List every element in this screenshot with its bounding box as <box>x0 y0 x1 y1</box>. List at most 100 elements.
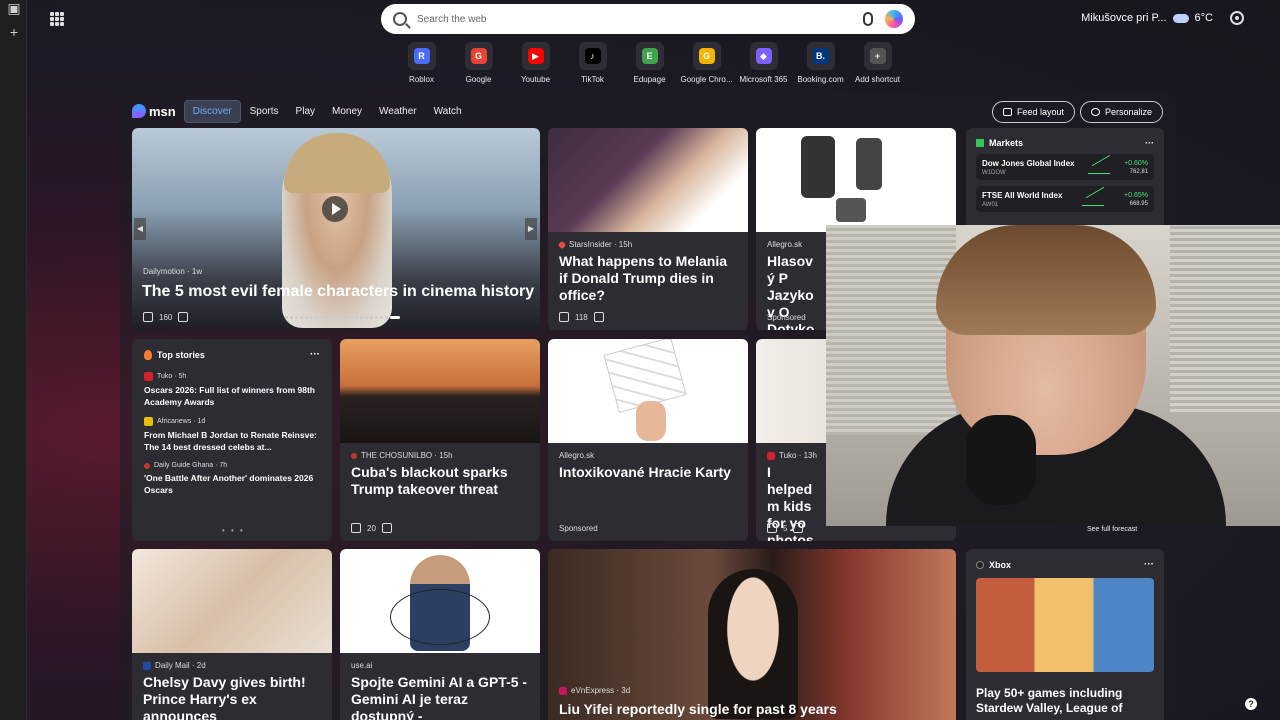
list-item[interactable]: Africanews · 1d From Michael B Jordan to… <box>144 417 320 453</box>
card-reactions: 5 <box>767 523 804 533</box>
top-stories-header: Top stories ··· <box>144 349 320 360</box>
card-title[interactable]: Cuba's blackout sparks Trump takeover th… <box>340 460 540 498</box>
xbox-headline[interactable]: Play 50+ games including Stardew Valley,… <box>976 686 1154 716</box>
personalize-button[interactable]: Personalize <box>1079 101 1163 123</box>
like-icon[interactable] <box>767 523 777 533</box>
search-input[interactable] <box>417 13 863 25</box>
pager-dots[interactable]: • • • <box>222 526 245 535</box>
plus-icon-glyph: + <box>869 48 886 64</box>
copilot-icon[interactable] <box>885 10 903 28</box>
sponsored-card-playing-cards[interactable]: Allegro.sk Intoxikované Hracie Karty Spo… <box>548 339 748 541</box>
tab-play[interactable]: Play <box>288 101 323 122</box>
card-image <box>340 339 540 443</box>
news-card-melania[interactable]: StarsInsider · 15h What happens to Melan… <box>548 128 748 330</box>
list-item[interactable]: Daily Guide Ghana · 7h 'One Battle After… <box>144 462 320 496</box>
new-tab-icon[interactable]: + <box>6 24 22 40</box>
weather-location: Mikušovce pri P... <box>1081 12 1167 24</box>
microphone-image <box>966 415 1036 505</box>
dislike-icon[interactable] <box>178 312 189 322</box>
markets-widget[interactable]: Markets ··· Dow Jones Global Index W1DOW +… <box>966 128 1164 228</box>
tab-watch[interactable]: Watch <box>426 101 470 122</box>
carousel-dots[interactable] <box>285 316 400 319</box>
likes-count: 118 <box>575 312 588 322</box>
story-title[interactable]: From Michael B Jordan to Renate Reinsve:… <box>144 429 320 453</box>
more-options-icon[interactable]: ··· <box>310 349 320 360</box>
hero-image-hair <box>284 133 390 193</box>
source-label: StarsInsider · 15h <box>569 240 633 249</box>
shortcut-microsoft-365[interactable]: ◆ Microsoft 365 <box>735 42 792 84</box>
card-title[interactable]: What happens to Melania if Donald Trump … <box>548 249 748 304</box>
shortcut-label: Microsoft 365 <box>739 75 788 84</box>
msn-logo[interactable]: msn <box>132 104 176 119</box>
card-title[interactable]: Liu Yifei reportedly single for past 8 y… <box>548 701 837 718</box>
more-options-icon[interactable]: ··· <box>1145 138 1154 148</box>
shortcut-tiktok[interactable]: ♪ TikTok <box>564 42 621 84</box>
shortcuts-bar: R Roblox G Google ▶ Youtube ♪ TikTok E Edupage G Go… <box>393 42 906 84</box>
shortcut-add-shortcut[interactable]: + Add shortcut <box>849 42 906 84</box>
news-card-cuba[interactable]: THE CHOSUNILBO · 15h Cuba's blackout spa… <box>340 339 540 541</box>
tiktok-icon-glyph: ♪ <box>584 48 601 64</box>
sparkline-icon <box>1082 192 1105 206</box>
tab-weather[interactable]: Weather <box>371 101 425 122</box>
settings-gear-icon[interactable] <box>1230 11 1244 25</box>
markets-icon <box>976 139 984 147</box>
shortcut-google-chro[interactable]: G Google Chro... <box>678 42 735 84</box>
m365-icon: ◆ <box>749 42 778 70</box>
shortcut-roblox[interactable]: R Roblox <box>393 42 450 84</box>
weather-widget[interactable]: Mikušovce pri P... 6°C <box>1081 12 1213 24</box>
like-icon[interactable] <box>351 523 361 533</box>
tab-money[interactable]: Money <box>324 101 370 122</box>
apps-grid-icon[interactable] <box>50 12 64 26</box>
card-footer: Sponsored <box>559 524 598 533</box>
card-image <box>708 569 798 719</box>
shortcut-booking-com[interactable]: B. Booking.com <box>792 42 849 84</box>
card-title[interactable]: Intoxikované Hracie Karty <box>548 460 748 481</box>
list-item[interactable]: Tuko · 5h Oscars 2026: Full list of winn… <box>144 372 320 408</box>
source-label: Tuko · 13h <box>779 451 817 460</box>
microphone-icon[interactable] <box>863 12 873 26</box>
hero-prev-icon[interactable]: ◀ <box>134 218 146 240</box>
shortcut-edupage[interactable]: E Edupage <box>621 42 678 84</box>
google-icon: G <box>464 42 493 70</box>
hero-likes: 160 <box>159 312 173 322</box>
source-label: Daily Mail · 2d <box>155 661 206 670</box>
xbox-header: Xbox ··· <box>976 559 1154 570</box>
like-icon[interactable] <box>559 312 569 322</box>
tab-sports[interactable]: Sports <box>242 101 287 122</box>
sponsored-card-gemini[interactable]: use.ai Spojte Gemini AI a GPT-5 - Gemini… <box>340 549 540 720</box>
tab-icon[interactable]: ▣ <box>6 0 22 16</box>
card-title[interactable]: Spojte Gemini AI a GPT-5 - Gemini AI je … <box>340 670 540 720</box>
phone-image <box>856 138 882 190</box>
window-blinds-image <box>1170 225 1280 415</box>
hero-next-icon[interactable]: ▶ <box>525 218 537 240</box>
dislike-icon[interactable] <box>593 312 604 322</box>
like-icon[interactable] <box>143 312 153 322</box>
shortcut-google[interactable]: G Google <box>450 42 507 84</box>
story-title[interactable]: 'One Battle After Another' dominates 202… <box>144 472 320 496</box>
search-bar[interactable] <box>381 4 915 34</box>
news-card-chelsy[interactable]: Daily Mail · 2d Chelsy Davy gives birth!… <box>132 549 332 720</box>
hero-card[interactable]: Dailymotion · 1w The 5 most evil female … <box>132 128 540 330</box>
phone-image <box>836 198 866 222</box>
xbox-widget[interactable]: Xbox ··· Play 50+ games including Stardew… <box>966 549 1164 720</box>
feed-layout-button[interactable]: Feed layout <box>991 101 1075 123</box>
see-full-forecast-link[interactable]: See full forecast <box>1087 526 1137 533</box>
play-icon[interactable] <box>322 196 348 222</box>
story-title[interactable]: Oscars 2026: Full list of winners from 9… <box>144 384 320 408</box>
card-title[interactable]: Chelsy Davy gives birth! Prince Harry's … <box>132 670 332 720</box>
dislike-icon[interactable] <box>793 523 804 533</box>
help-icon[interactable]: ? <box>1245 698 1257 710</box>
card-source: eVnExpress · 3d <box>548 686 630 695</box>
market-row[interactable]: Dow Jones Global Index W1DOW +0.60% 762.81 <box>976 154 1154 180</box>
shortcut-youtube[interactable]: ▶ Youtube <box>507 42 564 84</box>
tab-discover[interactable]: Discover <box>183 99 241 123</box>
more-options-icon[interactable]: ··· <box>1144 559 1154 570</box>
hero-title[interactable]: The 5 most evil female characters in cin… <box>142 283 534 300</box>
markets-title: Markets <box>989 138 1024 148</box>
dislike-icon[interactable] <box>381 523 392 533</box>
top-stories-title: Top stories <box>157 349 205 360</box>
news-card-liu-yifei[interactable]: eVnExpress · 3d Liu Yifei reportedly sin… <box>548 549 956 720</box>
source-label: THE CHOSUNILBO · 15h <box>361 451 453 460</box>
person-hair-image <box>936 225 1156 335</box>
market-row[interactable]: FTSE All World Index AW01 +0.65% 668.95 <box>976 186 1154 212</box>
